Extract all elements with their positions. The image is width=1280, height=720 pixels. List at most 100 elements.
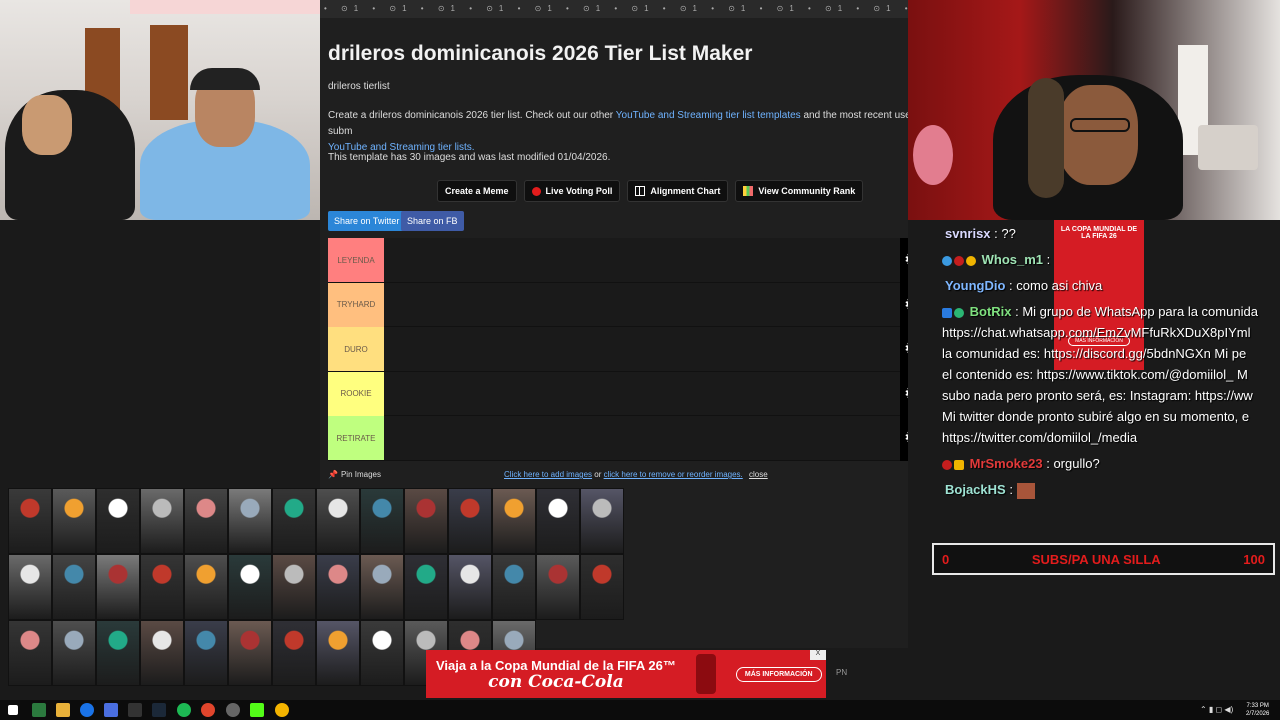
tier-image[interactable] bbox=[52, 554, 96, 620]
folder-icon[interactable] bbox=[56, 703, 70, 717]
tier-image[interactable] bbox=[448, 488, 492, 554]
tier-image[interactable] bbox=[228, 620, 272, 686]
create-meme-button[interactable]: Create a Meme bbox=[437, 180, 517, 202]
tier-image[interactable] bbox=[140, 554, 184, 620]
tier-image[interactable] bbox=[140, 620, 184, 686]
tier-image[interactable] bbox=[52, 488, 96, 554]
chrome-icon[interactable] bbox=[275, 703, 289, 717]
tier-image[interactable] bbox=[96, 620, 140, 686]
chat-text: : Mi grupo de WhatsApp para la comunida bbox=[1011, 304, 1258, 319]
tier-image[interactable] bbox=[228, 554, 272, 620]
tier-label[interactable]: DURO bbox=[328, 327, 384, 371]
start-icon[interactable] bbox=[8, 705, 18, 715]
tier-image[interactable] bbox=[228, 488, 272, 554]
tier-row[interactable]: RETIRATE ⚙⌃⌄ bbox=[328, 416, 908, 461]
tier-image[interactable] bbox=[8, 554, 52, 620]
tier-label[interactable]: ROOKIE bbox=[328, 371, 384, 416]
spotify-icon[interactable] bbox=[177, 703, 191, 717]
desc-text: Create a drileros dominicanois 2026 tier… bbox=[328, 110, 616, 121]
chat-text: : como asi chiva bbox=[1005, 278, 1103, 293]
app-icon[interactable] bbox=[32, 703, 46, 717]
tier-image[interactable] bbox=[360, 554, 404, 620]
tier-image[interactable] bbox=[580, 554, 624, 620]
kick-icon[interactable] bbox=[250, 703, 264, 717]
tier-label[interactable]: LEYENDA bbox=[328, 238, 384, 282]
tier-image[interactable] bbox=[8, 620, 52, 686]
chat-username[interactable]: MrSmoke23 bbox=[970, 456, 1043, 471]
tier-image[interactable] bbox=[536, 488, 580, 554]
tier-row[interactable]: LEYENDA ⚙⌃⌄ bbox=[328, 238, 908, 283]
tier-image[interactable] bbox=[96, 488, 140, 554]
tier-image[interactable] bbox=[316, 554, 360, 620]
remove-images-link[interactable]: click here to remove or reorder images. bbox=[604, 470, 743, 479]
ad-headline: Viaja a la Copa Mundial de la FIFA 26™ c… bbox=[436, 657, 676, 691]
gear-icon[interactable]: ⚙ bbox=[904, 295, 908, 314]
gear-icon[interactable]: ⚙ bbox=[904, 429, 908, 447]
coca-cola-ad[interactable]: Viaja a la Copa Mundial de la FIFA 26™ c… bbox=[426, 650, 826, 698]
tier-image[interactable] bbox=[140, 488, 184, 554]
tier-row[interactable]: ROOKIE ⚙⌃⌄ bbox=[328, 371, 908, 416]
tier-label[interactable]: TRYHARD bbox=[328, 282, 384, 327]
chat-username[interactable]: BotRix bbox=[970, 304, 1012, 319]
headphones bbox=[190, 68, 260, 90]
tier-image[interactable] bbox=[492, 554, 536, 620]
chat-message: MrSmoke23 : orgullo? bbox=[942, 456, 1100, 471]
tier-image[interactable] bbox=[8, 488, 52, 554]
gear-icon[interactable]: ⚙ bbox=[904, 251, 908, 269]
tier-image[interactable] bbox=[316, 488, 360, 554]
tier-image[interactable] bbox=[404, 554, 448, 620]
emote-icon bbox=[1016, 482, 1035, 499]
chat-username[interactable]: BojackHS bbox=[945, 482, 1006, 497]
clock[interactable]: 7:33 PM 2/7/2026 bbox=[1246, 702, 1269, 718]
gear-icon[interactable]: ⚙ bbox=[904, 384, 908, 403]
sub-goal-bar: 0 SUBS/PA UNA SILLA 100 bbox=[932, 543, 1275, 575]
ad-close-button[interactable]: X bbox=[810, 650, 826, 660]
tier-image[interactable] bbox=[360, 620, 404, 686]
tier-image[interactable] bbox=[52, 620, 96, 686]
app-icon[interactable] bbox=[128, 703, 142, 717]
add-images-link[interactable]: Click here to add images bbox=[504, 470, 592, 479]
app-icon[interactable] bbox=[226, 703, 240, 717]
tier-image[interactable] bbox=[272, 620, 316, 686]
community-rank-button[interactable]: View Community Rank bbox=[735, 180, 864, 202]
tier-row[interactable]: DURO ⚙⌃⌄ bbox=[328, 327, 908, 372]
ad-cta-button[interactable]: MÁS INFORMACIÓN bbox=[735, 666, 822, 682]
tier-image[interactable] bbox=[580, 488, 624, 554]
alignment-chart-button[interactable]: Alignment Chart bbox=[627, 180, 729, 202]
tray-icons[interactable]: ⌃ ▮ ◻ ◀) bbox=[1200, 705, 1233, 714]
share-fb-button[interactable]: Share on FB bbox=[401, 211, 464, 231]
chat-username[interactable]: YoungDio bbox=[945, 278, 1005, 293]
tier-label[interactable]: RETIRATE bbox=[328, 416, 384, 460]
tier-image[interactable] bbox=[272, 554, 316, 620]
chat-username[interactable]: svnrisx bbox=[945, 226, 991, 241]
tier-image[interactable] bbox=[184, 554, 228, 620]
tier-image[interactable] bbox=[272, 488, 316, 554]
obs-icon[interactable] bbox=[201, 703, 215, 717]
tier-image[interactable] bbox=[404, 488, 448, 554]
tier-row[interactable]: TRYHARD ⚙⌃⌄ bbox=[328, 282, 908, 327]
browser-icon[interactable] bbox=[80, 703, 94, 717]
pin-icon: 📌 bbox=[328, 470, 338, 479]
gear-icon[interactable]: ⚙ bbox=[904, 340, 908, 358]
live-voting-poll-button[interactable]: Live Voting Poll bbox=[523, 180, 621, 202]
app-icon[interactable] bbox=[104, 703, 118, 717]
close-link[interactable]: close bbox=[749, 470, 768, 479]
chat-username[interactable]: Whos_m1 bbox=[982, 252, 1043, 267]
tier-image[interactable] bbox=[184, 620, 228, 686]
fan bbox=[913, 125, 953, 185]
verified-icon bbox=[954, 307, 964, 318]
chat-message: Whos_m1 : bbox=[942, 252, 1050, 267]
steam-icon[interactable] bbox=[152, 703, 166, 717]
chat-text-line: subo nada pero pronto será, es: Instagra… bbox=[942, 388, 1253, 403]
tier-image[interactable] bbox=[448, 554, 492, 620]
pin-images-label[interactable]: Pin Images bbox=[341, 470, 381, 479]
tier-image[interactable] bbox=[96, 554, 140, 620]
tier-image[interactable] bbox=[360, 488, 404, 554]
tier-image[interactable] bbox=[316, 620, 360, 686]
tier-image[interactable] bbox=[184, 488, 228, 554]
tier-image[interactable] bbox=[492, 488, 536, 554]
bot-badge-icon bbox=[942, 307, 952, 318]
youtube-templates-link[interactable]: YouTube and Streaming tier list template… bbox=[616, 110, 801, 121]
share-twitter-button[interactable]: Share on Twitter bbox=[328, 211, 406, 231]
tier-image[interactable] bbox=[536, 554, 580, 620]
